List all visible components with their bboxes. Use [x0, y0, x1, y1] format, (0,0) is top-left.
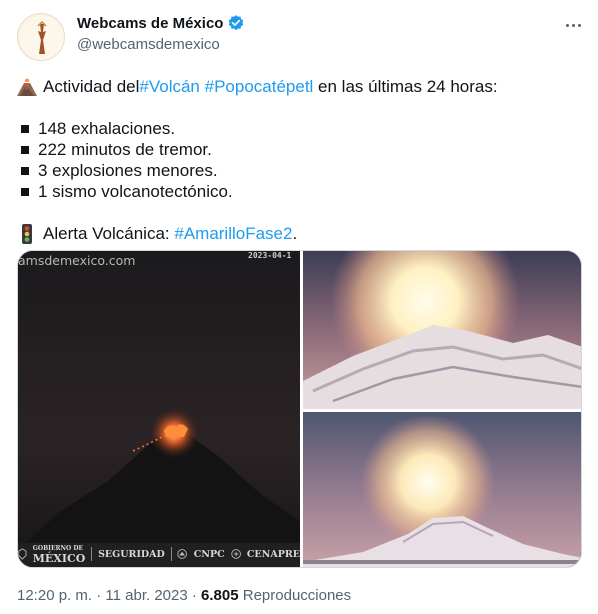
- bullet-square-icon: [21, 124, 29, 133]
- photo-eruption-bottom[interactable]: [303, 412, 581, 567]
- eruption-image-bottom: [303, 412, 581, 567]
- night-volcano-image: [18, 251, 300, 567]
- activity-suffix: en las últimas 24 horas:: [313, 77, 498, 96]
- cnpc-logo: CNPC: [193, 548, 225, 560]
- alert-suffix: .: [292, 224, 298, 243]
- traffic-light-icon: [22, 223, 32, 244]
- logo-divider: [91, 547, 93, 561]
- hashtag-volcan[interactable]: #Volcán: [139, 76, 200, 97]
- tweet-text: Actividad del #Volcán #Popocatépetl en l…: [17, 76, 577, 244]
- bullet-text: 148 exhalaciones.: [38, 119, 176, 138]
- cnpc-emblem-icon: [177, 549, 188, 559]
- views-count: 6.805: [201, 587, 239, 604]
- bullet-square-icon: [21, 166, 29, 175]
- alert-line: Alerta Volcánica: #AmarilloFase2 .: [17, 223, 577, 244]
- tweet-time[interactable]: 12:20 p. m.: [17, 587, 92, 604]
- meta-dot: ·: [187, 587, 202, 604]
- bullet-item: 148 exhalaciones.: [17, 118, 577, 139]
- activity-line: Actividad del #Volcán #Popocatépetl en l…: [17, 76, 577, 97]
- avatar[interactable]: [17, 13, 65, 61]
- tweet-date[interactable]: 11 abr. 2023: [105, 587, 187, 604]
- media-grid: amsdemexico.com 2023-04-1 GOBIERNO DE MÉ…: [17, 250, 582, 568]
- bullet-text: 1 sismo volcanotectónico.: [38, 182, 233, 201]
- author-name-row[interactable]: Webcams de México: [77, 14, 245, 32]
- gobierno-emblem-icon: [18, 548, 27, 560]
- seguridad-logo: SEGURIDAD: [98, 548, 165, 560]
- bullet-square-icon: [21, 145, 29, 154]
- cenapred-logo: CENAPRE: [246, 548, 301, 560]
- verified-badge-icon: [229, 15, 244, 31]
- activity-prefix: Actividad del: [43, 77, 140, 96]
- bullet-text: 222 minutos de tremor.: [38, 140, 212, 159]
- tweet-meta: 12:20 p. m. · 11 abr. 2023 · 6.805 Repro…: [17, 587, 351, 604]
- cenapred-emblem-icon: [230, 549, 241, 559]
- gobierno-bottom-text: MÉXICO: [32, 551, 86, 565]
- gobierno-logo: GOBIERNO DE MÉXICO: [33, 545, 86, 564]
- alert-prefix: Alerta Volcánica:: [43, 224, 175, 243]
- tweet[interactable]: Webcams de México @webcamsdemexico Activ…: [0, 0, 598, 614]
- photo-eruption-top[interactable]: [303, 251, 581, 409]
- agency-logos: GOBIERNO DE MÉXICO SEGURIDAD CNPC CENAPR…: [18, 544, 300, 564]
- volcano-icon: [17, 78, 37, 96]
- hashtag-popocatepetl[interactable]: #Popocatépetl: [205, 76, 314, 97]
- bullet-square-icon: [21, 187, 29, 196]
- bullet-text: 3 explosiones menores.: [38, 161, 218, 180]
- meta-dot: ·: [92, 587, 106, 604]
- eruption-image-top: [303, 251, 581, 409]
- watermark-date: 2023-04-1: [248, 251, 292, 260]
- hashtag-amarillofase2[interactable]: #AmarilloFase2: [174, 223, 292, 244]
- avatar-logo-icon: [20, 16, 64, 60]
- logo-divider: [170, 547, 172, 561]
- author-handle[interactable]: @webcamsdemexico: [77, 36, 220, 53]
- photo-night-volcano[interactable]: amsdemexico.com 2023-04-1 GOBIERNO DE MÉ…: [18, 251, 300, 567]
- bullet-item: 222 minutos de tremor.: [17, 139, 577, 160]
- bullet-item: 1 sismo volcanotectónico.: [17, 181, 577, 202]
- bullet-item: 3 explosiones menores.: [17, 160, 577, 181]
- views-label: Reproducciones: [238, 587, 352, 604]
- author-display-name[interactable]: Webcams de México: [77, 15, 223, 32]
- more-icon[interactable]: [562, 14, 584, 36]
- watermark-url: amsdemexico.com: [18, 253, 136, 268]
